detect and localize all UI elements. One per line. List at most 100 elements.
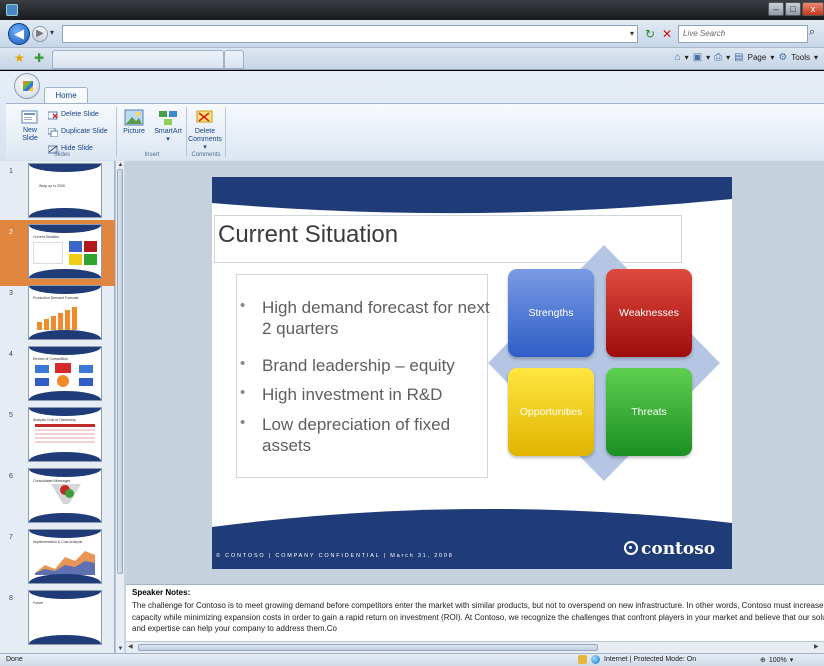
thumb-title: Review of Competition [33, 357, 69, 361]
logo-text: contoso [641, 539, 716, 559]
smartart-dropdown-icon[interactable]: ▾ [151, 136, 185, 144]
slide-number: 2 [9, 229, 13, 236]
slide-number: 1 [9, 168, 13, 175]
swot-weaknesses[interactable]: Weaknesses [606, 269, 692, 357]
duplicate-slide-label: Duplicate Slide [61, 128, 108, 135]
scroll-down-icon[interactable]: ▼ [116, 645, 125, 653]
thumb-wave-top [29, 469, 101, 477]
address-dropdown-icon[interactable]: ▾ [630, 25, 640, 43]
thumb-wave-top [29, 286, 101, 294]
thumb-title: Future [33, 601, 44, 605]
home-dropdown-icon[interactable]: ▾ [685, 53, 689, 62]
browser-tab[interactable] [52, 50, 224, 69]
swot-opportunities[interactable]: Opportunities [508, 368, 594, 456]
tab-home[interactable]: Home [44, 87, 88, 104]
print-icon[interactable]: ⎙ [714, 52, 722, 63]
favorites-star-icon[interactable]: ★ [14, 51, 25, 65]
thumb-wave-top [29, 591, 101, 599]
slide-thumbnail-6[interactable]: Consolidated Messages [28, 468, 102, 523]
tools-dropdown-icon[interactable]: ▾ [814, 53, 818, 62]
current-slide[interactable]: Current Situation • High demand forecast… [212, 177, 732, 569]
duplicate-slide-icon [48, 127, 58, 137]
internet-globe-icon [591, 655, 600, 664]
swot-threats[interactable]: Threats [606, 368, 692, 456]
slide-thumbnail-4[interactable]: Review of Competition [28, 346, 102, 401]
forward-button[interactable]: ▶ [32, 26, 48, 42]
notes-horizontal-scrollbar[interactable]: ◀ ▶ [126, 641, 824, 653]
thumbnails-scrollbar[interactable]: ▲ ▼ [115, 161, 124, 653]
thumb-table-header [35, 424, 95, 427]
thumb-swot-s [69, 241, 82, 252]
slide-thumbnail-8[interactable]: Future [28, 590, 102, 645]
scroll-up-icon[interactable]: ▲ [116, 161, 125, 169]
thumb-wave-bottom [29, 391, 101, 400]
thumb-title: Current Situation [33, 235, 60, 239]
office-logo-icon [23, 81, 33, 91]
page-menu[interactable]: Page [748, 53, 767, 62]
slide-thumbnail-2[interactable]: Current Situation [28, 224, 102, 279]
scroll-right-icon[interactable]: ▶ [814, 643, 819, 650]
address-bar[interactable] [62, 25, 638, 43]
contoso-logo-icon [624, 541, 638, 555]
thumb-title: Consolidated Messages [33, 479, 71, 483]
bullet-text: Low depreciation of fixed assets [262, 415, 451, 455]
zoom-dropdown-icon[interactable]: ▾ [790, 656, 794, 664]
delete-comments-dropdown-icon[interactable]: ▾ [188, 144, 222, 152]
delete-comments-label: Delete Comments [188, 128, 222, 143]
scrollbar-thumb[interactable] [117, 169, 123, 574]
feeds-icon[interactable]: ▣ [693, 52, 702, 63]
duplicate-slide-button[interactable]: Duplicate Slide [48, 127, 108, 137]
back-button[interactable]: ◀ [8, 23, 30, 45]
search-icon[interactable]: ⌕ [809, 26, 815, 39]
thumb-circle [65, 489, 74, 498]
feeds-dropdown-icon[interactable]: ▾ [706, 53, 710, 62]
slide-thumbnail-1[interactable]: Wrap up to 2009 [28, 163, 102, 218]
thumb-wave-bottom [29, 452, 101, 461]
slide-thumbnail-7[interactable]: Implementation & Cost Analysis [28, 529, 102, 584]
print-dropdown-icon[interactable]: ▾ [726, 53, 730, 62]
picture-button[interactable]: Picture [121, 109, 147, 136]
delete-comment-icon [196, 110, 213, 123]
swot-strengths[interactable]: Strengths [508, 269, 594, 357]
recent-pages-dropdown[interactable]: ▾ [50, 28, 54, 37]
thumb-shape [57, 375, 69, 387]
tools-icon: ⚙ [778, 52, 788, 63]
new-tab-button[interactable] [224, 50, 244, 69]
zoom-icon: ⊕ [760, 657, 766, 664]
thumb-swot-w [84, 241, 97, 252]
close-button[interactable]: x [802, 2, 824, 16]
minimize-button[interactable]: – [768, 2, 784, 16]
delete-comments-button[interactable]: Delete Comments ▾ [188, 109, 222, 152]
slide-number: 6 [9, 473, 13, 480]
zoom-control[interactable]: ⊕ 100% ▾ [760, 656, 794, 665]
page-dropdown-icon[interactable]: ▾ [770, 53, 774, 62]
notes-title: Speaker Notes: [132, 588, 191, 597]
thumb-wave-bottom [29, 330, 101, 339]
office-button[interactable] [14, 73, 40, 99]
add-favorites-icon[interactable]: ✚ [34, 51, 44, 65]
maximize-button[interactable]: □ [785, 2, 801, 16]
speaker-notes-pane[interactable]: Speaker Notes: The challenge for Contoso… [126, 584, 824, 641]
stop-icon[interactable]: ✕ [659, 25, 675, 43]
delete-slide-button[interactable]: Delete Slide [48, 110, 99, 120]
thumb-wave-bottom [29, 269, 101, 278]
slide-thumbnail-5[interactable]: Analysis Cost of Ownership [28, 407, 102, 462]
search-input[interactable]: Live Search [678, 25, 808, 43]
refresh-icon[interactable]: ↻ [642, 25, 658, 43]
scroll-left-icon[interactable]: ◀ [128, 643, 133, 650]
thumb-wave-top [29, 408, 101, 416]
new-slide-icon [21, 110, 38, 124]
tools-menu[interactable]: Tools [791, 53, 810, 62]
picture-label: Picture [123, 128, 145, 135]
new-slide-button[interactable]: New Slide [16, 109, 44, 143]
security-zone[interactable]: Internet | Protected Mode: On [578, 655, 696, 664]
home-icon[interactable]: ⌂ [675, 52, 681, 63]
notes-body: The challenge for Contoso is to meet gro… [132, 601, 824, 634]
slide-number: 7 [9, 534, 13, 541]
bullet-text: Brand leadership – equity [262, 356, 455, 375]
thumb-bullets [33, 242, 63, 264]
scrollbar-thumb[interactable] [138, 644, 598, 651]
smartart-button[interactable]: SmartArt ▾ [151, 109, 185, 144]
thumb-title: Wrap up to 2009 [39, 184, 65, 188]
slide-thumbnail-3[interactable]: Production Demand Forecast [28, 285, 102, 340]
